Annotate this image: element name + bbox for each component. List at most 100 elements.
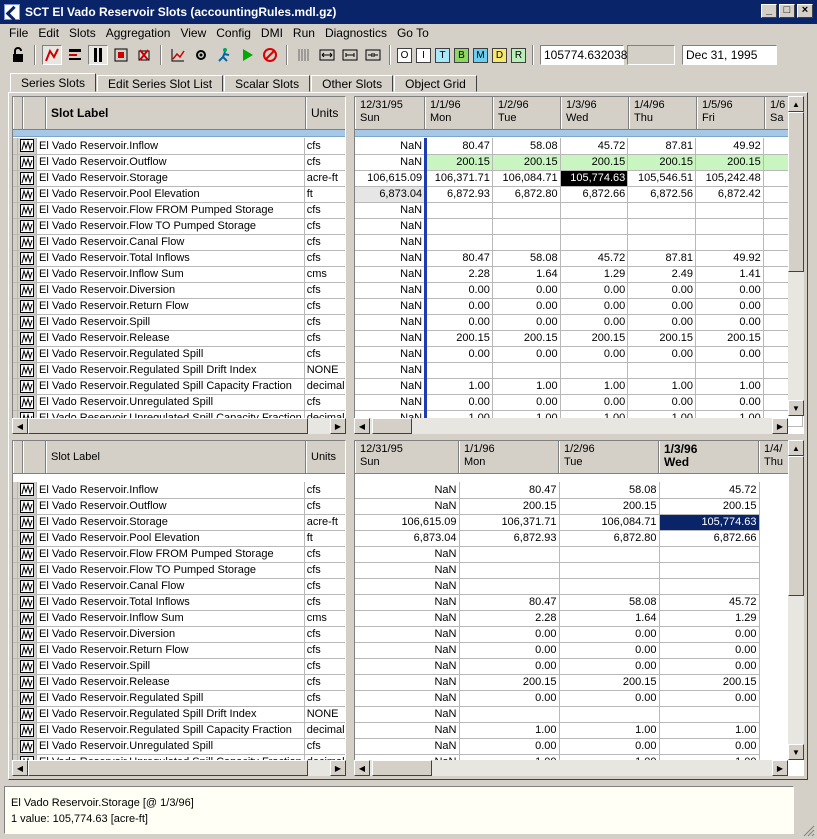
table-row[interactable]: NaN 200.15 200.15 200.15 (355, 498, 760, 515)
value-cell[interactable]: 80.47 (459, 594, 560, 611)
slot-label[interactable]: El Vado Reservoir.Flow FROM Pumped Stora… (36, 546, 305, 563)
table-row[interactable]: El Vado Reservoir.Release cfs (13, 674, 345, 691)
value-cell[interactable]: NaN (355, 234, 426, 251)
date-column-header[interactable]: 1/1/96 Mon (425, 97, 493, 129)
value-cell[interactable]: NaN (355, 626, 460, 643)
value-cell[interactable] (559, 546, 660, 563)
table-row[interactable]: NaN 0.00 0.00 0.00 (355, 626, 760, 643)
table-row[interactable]: 6,873.04 6,872.93 6,872.80 6,872.66 6,872.56… (355, 186, 803, 203)
value-cell[interactable]: 1.00 (695, 378, 764, 395)
date-column-header[interactable]: 12/31/95 Sun (355, 441, 459, 473)
value-cell[interactable]: 1.29 (659, 610, 760, 627)
date-column-header[interactable]: 1/3/96 Wed (659, 441, 759, 473)
value-cell[interactable]: 1.41 (695, 266, 764, 283)
value-cell[interactable]: 0.00 (560, 282, 629, 299)
value-cell[interactable]: NaN (355, 658, 460, 675)
value-cell[interactable] (424, 218, 493, 235)
slot-label[interactable]: El Vado Reservoir.Outflow (36, 498, 305, 515)
value-cell[interactable]: 49.92 (695, 138, 764, 155)
settings-icon[interactable] (191, 45, 211, 65)
value-cell[interactable] (659, 578, 760, 595)
value-cell[interactable]: NaN (355, 546, 460, 563)
table-row[interactable]: El Vado Reservoir.Storage acre-ft (13, 514, 345, 531)
table-row[interactable]: NaN 0.00 0.00 0.00 (355, 658, 760, 675)
table-row[interactable]: El Vado Reservoir.Total Inflows cfs (13, 250, 345, 267)
value-cell[interactable]: 106,084.71 (492, 170, 561, 187)
value-cell[interactable]: NaN (355, 722, 460, 739)
value-cell[interactable]: 105,774.63 (560, 170, 629, 187)
table-row[interactable]: El Vado Reservoir.Canal Flow cfs (13, 578, 345, 595)
slot-label[interactable]: El Vado Reservoir.Spill (36, 658, 305, 675)
value-cell[interactable]: 0.00 (424, 394, 493, 411)
table-row[interactable]: NaN 0.00 0.00 0.00 0.00 0.00 (355, 282, 803, 299)
value-cell[interactable]: 1.00 (560, 378, 629, 395)
value-cell[interactable]: 0.00 (424, 314, 493, 331)
slot-label[interactable]: El Vado Reservoir.Inflow (36, 482, 305, 499)
value-cell[interactable] (459, 578, 560, 595)
date-column-header[interactable]: 1/1/96 Mon (459, 441, 559, 473)
table-row[interactable]: NaN 0.00 0.00 0.00 (355, 642, 760, 659)
table-row[interactable]: NaN (355, 362, 803, 379)
table-row[interactable]: El Vado Reservoir.Pool Elevation ft (13, 186, 345, 203)
slot-label[interactable]: El Vado Reservoir.Spill (36, 314, 305, 331)
value-cell[interactable]: 0.00 (559, 642, 660, 659)
value-cell[interactable]: NaN (355, 706, 460, 723)
value-cell[interactable]: 106,084.71 (559, 514, 660, 531)
table-row[interactable]: NaN (355, 562, 760, 579)
value-cell[interactable]: 80.47 (424, 138, 493, 155)
table-row[interactable]: NaN 0.00 0.00 0.00 0.00 0.00 (355, 394, 803, 411)
table-row[interactable]: NaN 200.15 200.15 200.15 200.15 200.15 (355, 330, 803, 347)
value-cell[interactable]: NaN (355, 378, 426, 395)
value-cell[interactable]: 0.00 (424, 298, 493, 315)
fit-width-icon[interactable] (317, 45, 337, 65)
value-cell[interactable]: 200.15 (627, 154, 697, 171)
top-right-horizontal-scrollbar[interactable]: ◀ ▶ (354, 418, 788, 434)
value-cell[interactable]: 1.00 (559, 722, 660, 739)
value-cell[interactable]: 200.15 (659, 674, 760, 691)
table-row[interactable]: NaN 0.00 0.00 0.00 0.00 0.00 (355, 346, 803, 363)
menu-go-to[interactable]: Go To (392, 26, 434, 40)
value-cell[interactable] (492, 362, 561, 379)
table-row[interactable]: NaN (355, 706, 760, 723)
value-cell[interactable]: 1.00 (492, 378, 561, 395)
bottom-left-horizontal-scrollbar[interactable]: ◀ ▶ (12, 760, 346, 776)
slot-label[interactable]: El Vado Reservoir.Total Inflows (36, 594, 305, 611)
slot-label[interactable]: El Vado Reservoir.Pool Elevation (36, 530, 305, 547)
value-cell[interactable] (459, 546, 560, 563)
value-cell[interactable]: 58.08 (559, 594, 660, 611)
table-row[interactable]: El Vado Reservoir.Unregulated Spill cfs (13, 394, 345, 411)
menu-file[interactable]: File (4, 26, 33, 40)
table-row[interactable]: El Vado Reservoir.Return Flow cfs (13, 642, 345, 659)
value-cell[interactable]: 0.00 (459, 642, 560, 659)
value-cell[interactable]: NaN (355, 154, 426, 171)
value-cell[interactable]: 200.15 (695, 330, 764, 347)
slot-label[interactable]: El Vado Reservoir.Flow TO Pumped Storage (36, 218, 305, 235)
value-cell[interactable]: NaN (355, 594, 460, 611)
table-row[interactable]: El Vado Reservoir.Inflow cfs (13, 482, 345, 499)
value-cell[interactable]: 0.00 (459, 690, 560, 707)
value-cell[interactable]: 87.81 (627, 250, 697, 267)
value-cell[interactable] (559, 562, 660, 579)
value-cell[interactable]: 0.00 (560, 298, 629, 315)
value-cell[interactable]: 45.72 (560, 138, 629, 155)
value-cell[interactable]: 200.15 (424, 330, 493, 347)
table-row[interactable]: El Vado Reservoir.Regulated Spill Capaci… (13, 722, 345, 739)
table-row[interactable]: 106,615.09 106,371.71 106,084.71 105,774.63… (355, 170, 803, 187)
value-cell[interactable]: 6,872.80 (559, 530, 660, 547)
slot-label[interactable]: El Vado Reservoir.Total Inflows (36, 250, 305, 267)
date-column-header[interactable]: 1/2/96 Tue (493, 97, 561, 129)
slot-label[interactable]: El Vado Reservoir.Diversion (36, 626, 305, 643)
slot-label[interactable]: El Vado Reservoir.Diversion (36, 282, 305, 299)
table-row[interactable]: NaN (355, 234, 803, 251)
value-cell[interactable]: NaN (355, 498, 460, 515)
table-row[interactable]: NaN1.001.001.00 (355, 722, 760, 739)
value-cell[interactable]: 0.00 (459, 738, 560, 755)
slot-label[interactable]: El Vado Reservoir.Storage (36, 514, 305, 531)
table-row[interactable]: El Vado Reservoir.Release cfs (13, 330, 345, 347)
value-cell[interactable] (492, 202, 561, 219)
value-cell[interactable]: 200.15 (492, 330, 561, 347)
bottom-right-horizontal-scrollbar[interactable]: ◀ ▶ (354, 760, 788, 776)
value-cell[interactable]: 1.00 (627, 378, 697, 395)
value-cell[interactable] (559, 578, 660, 595)
table-row[interactable]: El Vado Reservoir.Flow FROM Pumped Stora… (13, 202, 345, 219)
